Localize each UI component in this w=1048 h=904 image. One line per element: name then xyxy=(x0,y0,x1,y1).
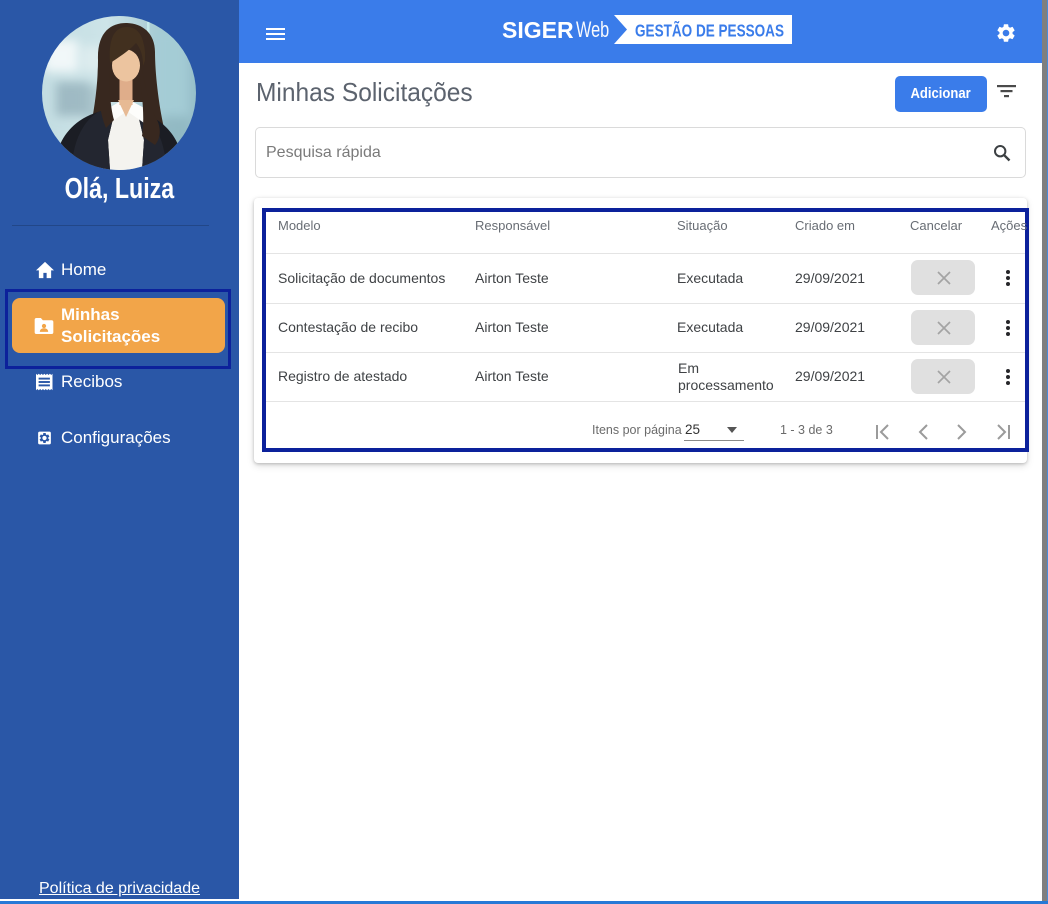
svg-text:GESTÃO DE PESSOAS: GESTÃO DE PESSOAS xyxy=(635,20,784,41)
